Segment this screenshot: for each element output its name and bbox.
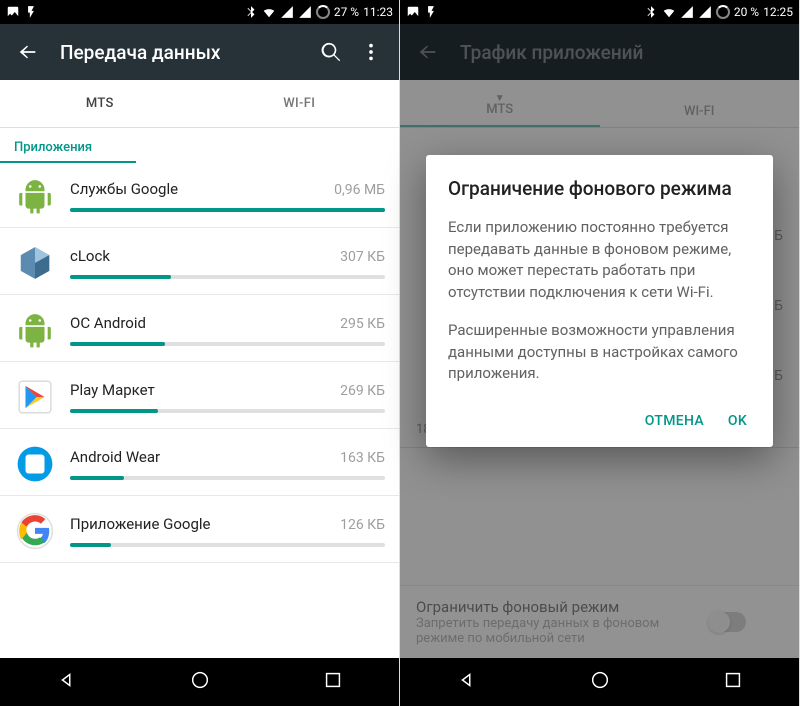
more-vert-icon [360,41,382,63]
left-screen: 27 % 11:23 Передача данных MTS WI-FI При… [0,0,400,706]
loading-icon [316,5,330,19]
tabs: MTS WI-FI [0,80,399,128]
app-icon [14,510,56,552]
nav-recent[interactable] [322,669,344,695]
app-icon [14,242,56,284]
nav-home[interactable] [589,669,611,695]
bluetooth-icon [644,5,658,19]
app-icon [14,443,56,485]
app-size: 307 КБ [340,249,385,265]
app-size: 295 КБ [340,316,385,332]
app-name: cLock [70,247,110,265]
signal-icon [680,5,694,19]
app-size: 0,96 МБ [334,182,385,198]
obscured-value-3: Б [774,368,783,384]
cancel-button[interactable]: ОТМЕНА [645,413,704,429]
toggle-subtitle: Запретить передачу данных в фоновом режи… [416,616,696,646]
clock-text: 11:23 [363,5,393,19]
toggle-title: Ограничить фоновый режим [416,598,696,616]
app-name: Службы Google [70,180,178,198]
app-bar: Передача данных [0,24,399,80]
loading-icon [716,5,730,19]
restrict-background-row: Ограничить фоновый режим Запретить перед… [400,585,799,658]
app-name: Play Маркет [70,381,155,399]
app-row[interactable]: Android Wear 163 КБ [0,429,399,496]
dialog-body: Если приложению постоянно требуется пере… [448,217,751,385]
tab-wifi[interactable]: WI-FI [200,80,400,127]
arrow-back-icon [17,41,39,63]
overflow-button[interactable] [351,32,391,72]
app-icon [14,175,56,217]
tab-mts: ▼ MTS [400,80,600,127]
search-icon [320,41,342,63]
usage-bar [70,409,385,413]
bluetooth-icon [244,5,258,19]
app-bar: Трафик приложений [400,24,799,80]
status-bar: 27 % 11:23 [0,0,399,24]
app-size: 269 КБ [340,383,385,399]
battery-text: 27 % [334,5,359,19]
toggle-switch [710,612,746,632]
right-screen: 20 % 12:25 Трафик приложений ▼ MTS WI-FI… [400,0,800,706]
app-row[interactable]: Play Маркет 269 КБ [0,362,399,429]
app-row[interactable]: cLock 307 КБ [0,228,399,295]
back-button [408,32,448,72]
app-size: 126 КБ [340,517,385,533]
nav-bar [400,658,799,706]
tab-mts[interactable]: MTS [0,80,200,127]
nav-back[interactable] [56,669,78,695]
nav-home[interactable] [189,669,211,695]
flash-icon [424,5,438,19]
app-icon [14,376,56,418]
back-button[interactable] [8,32,48,72]
app-row[interactable]: Службы Google 0,96 МБ [0,161,399,228]
wifi-icon [262,5,276,19]
image-icon [406,5,420,19]
battery-text: 20 % [734,5,759,19]
page-title: Передача данных [60,41,311,64]
dialog-title: Ограничение фонового режима [448,177,751,201]
arrow-back-icon [417,41,439,63]
tabs: ▼ MTS WI-FI [400,80,799,128]
usage-bar [70,342,385,346]
nav-bar [0,658,399,706]
search-button[interactable] [311,32,351,72]
app-name: Приложение Google [70,515,211,533]
tab-wifi: WI-FI [600,80,800,127]
flash-icon [24,5,38,19]
status-bar: 20 % 12:25 [400,0,799,24]
section-header: Приложения [0,128,399,161]
usage-bar [70,476,385,480]
app-icon [14,309,56,351]
page-title: Трафик приложений [460,41,791,64]
usage-bar [70,208,385,212]
image-icon [6,5,20,19]
wifi-icon [662,5,676,19]
app-row[interactable]: Приложение Google 126 КБ [0,496,399,563]
app-name: ОС Android [70,314,146,332]
clock-text: 12:25 [763,5,793,19]
nav-recent[interactable] [722,669,744,695]
usage-bar [70,275,385,279]
dialog: Ограничение фонового режима Если приложе… [426,155,773,447]
ok-button[interactable]: OK [728,413,747,429]
nav-back[interactable] [456,669,478,695]
app-name: Android Wear [70,448,160,466]
signal-icon-2 [298,5,312,19]
obscured-value-2: Б [774,298,783,314]
signal-icon-2 [698,5,712,19]
app-size: 163 КБ [340,450,385,466]
app-row[interactable]: ОС Android 295 КБ [0,295,399,362]
obscured-value-1: Б [774,228,783,244]
app-list[interactable]: Службы Google 0,96 МБ cLock 307 КБ ОС Androi… [0,161,399,658]
usage-bar [70,543,385,547]
signal-icon [280,5,294,19]
